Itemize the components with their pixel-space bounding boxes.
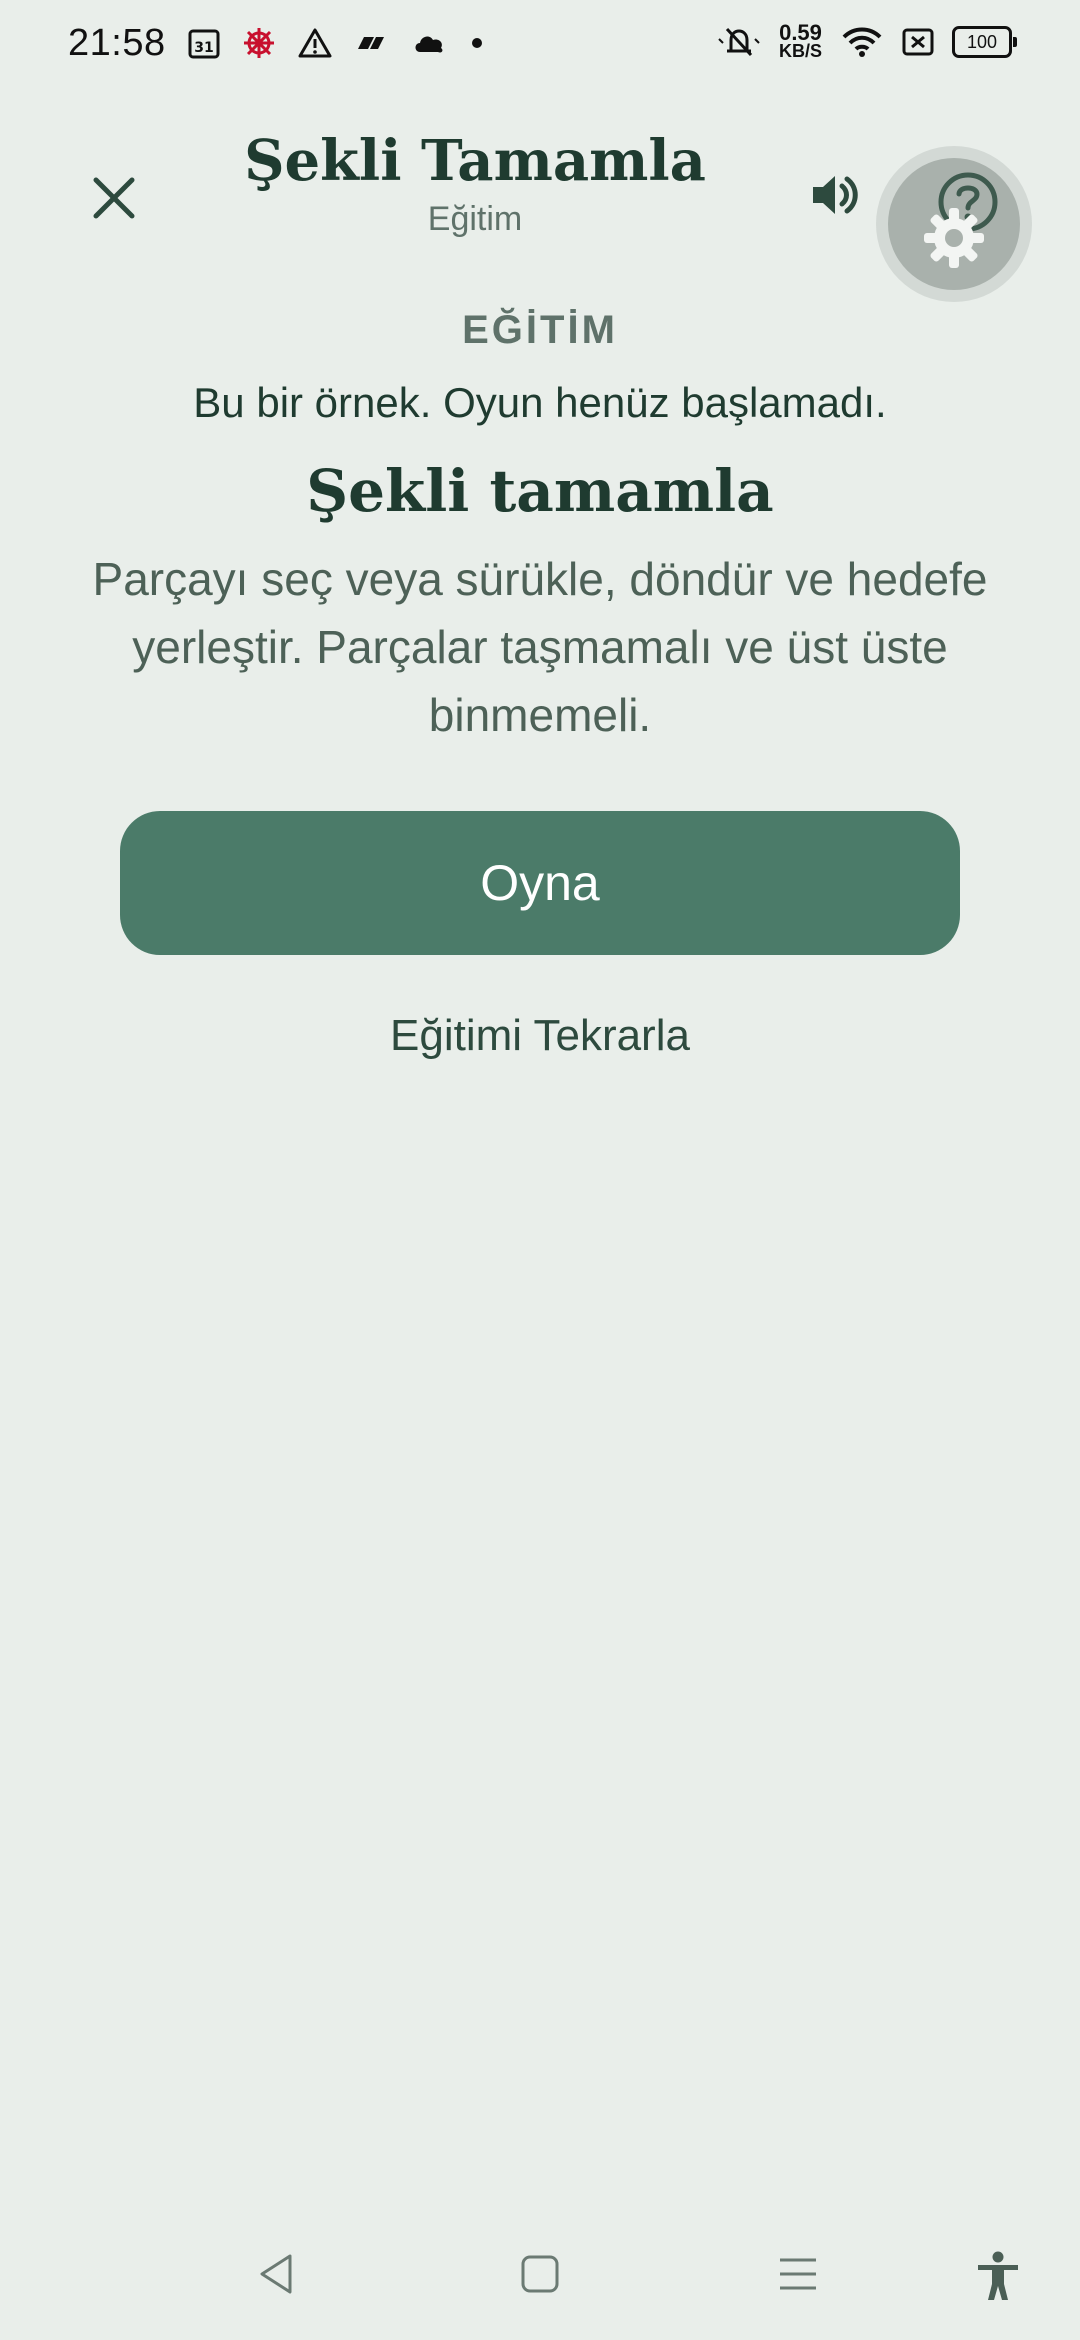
top-app-bar: Şekli Tamamla Eğitim <box>0 110 1080 302</box>
net-speed-value: 0.59 <box>779 20 822 45</box>
page-subtitle: Eğitim <box>427 200 523 238</box>
home-square-icon <box>521 2255 559 2293</box>
warning-icon <box>298 27 332 59</box>
tutorial-heading: Şekli tamamla <box>306 457 774 525</box>
status-icons-right: 0.59 KB/S 100 <box>717 20 1017 61</box>
close-icon <box>93 177 135 219</box>
notification-dot-icon <box>470 36 484 50</box>
gear-icon <box>924 208 984 268</box>
weather-icon <box>412 30 448 56</box>
calendar-day: 31 <box>194 40 213 56</box>
wifi-icon <box>840 25 884 59</box>
title-block: Şekli Tamamla Eğitim <box>200 126 750 239</box>
accessibility-icon <box>978 2251 1018 2300</box>
back-triangle-icon <box>260 2254 292 2294</box>
sim-disabled-icon <box>902 28 934 56</box>
page-title: Şekli Tamamla <box>244 128 706 194</box>
ship-wheel-icon <box>242 26 276 60</box>
repeat-tutorial-button[interactable]: Eğitimi Tekrarla <box>390 1011 690 1061</box>
nav-home-button[interactable] <box>518 2250 562 2298</box>
calendar-icon: 31 <box>188 27 220 59</box>
tutorial-panel: EĞİTİM Bu bir örnek. Oyun henüz başlamad… <box>0 300 1080 1061</box>
sound-toggle-button[interactable] <box>800 160 870 230</box>
demo-notice: Bu bir örnek. Oyun henüz başlamadı. <box>193 379 887 426</box>
status-bar: 21:58 31 0.59 KB/S 100 <box>0 0 1080 96</box>
accessibility-button[interactable] <box>974 2250 1022 2302</box>
system-nav-bar <box>0 2230 1080 2320</box>
section-label: EĞİTİM <box>462 308 618 352</box>
status-time: 21:58 <box>68 22 166 64</box>
nav-recents-button[interactable] <box>776 2250 820 2298</box>
status-icons-left: 31 <box>188 26 484 60</box>
volume-icon <box>813 176 858 214</box>
net-speed-unit: KB/S <box>778 41 822 61</box>
menu-lines-icon <box>780 2258 816 2290</box>
network-speed: 0.59 KB/S <box>778 20 822 61</box>
play-button[interactable]: Oyna <box>120 811 960 955</box>
mute-bell-icon <box>717 25 761 59</box>
battery-indicator: 100 <box>952 26 1017 58</box>
settings-fab[interactable] <box>876 146 1032 302</box>
tutorial-description: Parçayı seç veya sürükle, döndür ve hede… <box>92 553 988 741</box>
ssi-logo-icon <box>354 31 390 55</box>
settings-fab-inner <box>888 158 1020 290</box>
nav-back-button[interactable] <box>254 2250 298 2298</box>
close-button[interactable] <box>76 160 152 236</box>
